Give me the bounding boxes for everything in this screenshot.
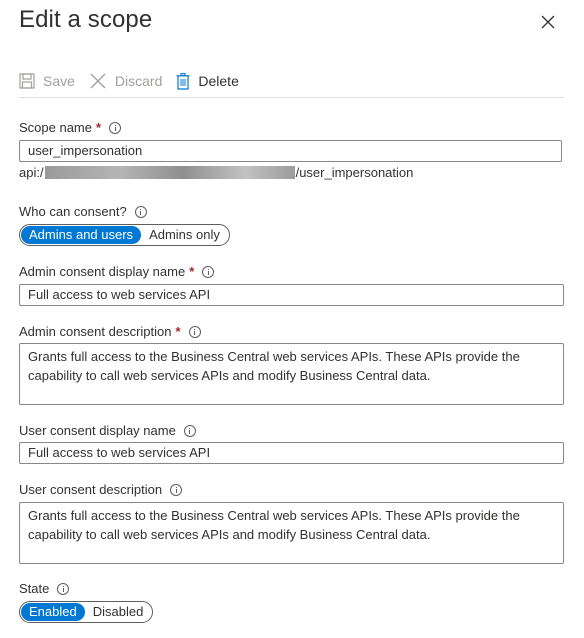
- who-can-consent-toggle: Admins and users Admins only: [19, 224, 230, 246]
- info-icon[interactable]: [109, 121, 122, 134]
- scope-name-label: Scope name: [19, 120, 92, 135]
- admin-display-name-label-row: Admin consent display name *: [19, 264, 215, 279]
- discard-label: Discard: [114, 73, 163, 89]
- option-admins-and-users[interactable]: Admins and users: [21, 226, 142, 244]
- panel-title: Edit a scope: [19, 6, 153, 33]
- user-description-label: User consent description: [19, 482, 163, 497]
- delete-label: Delete: [198, 73, 239, 89]
- user-display-name-label-row: User consent display name: [19, 423, 196, 438]
- save-label: Save: [43, 73, 75, 89]
- user-display-name-input[interactable]: Full access to web services API: [19, 442, 564, 464]
- save-icon: [19, 73, 35, 89]
- admin-description-label-row: Admin consent description *: [19, 324, 201, 339]
- info-icon[interactable]: [202, 265, 215, 278]
- scope-uri-suffix: /user_impersonation: [295, 165, 414, 180]
- delete-button[interactable]: Delete: [176, 72, 239, 90]
- discard-icon: [90, 73, 106, 89]
- who-can-consent-label-row: Who can consent?: [19, 204, 147, 219]
- edit-scope-panel: Edit a scope Save Discard Delete Scope n…: [0, 0, 584, 638]
- user-description-textarea[interactable]: Grants full access to the Business Centr…: [19, 502, 564, 564]
- user-display-name-label: User consent display name: [19, 423, 176, 438]
- info-icon[interactable]: [134, 205, 147, 218]
- option-admins-only[interactable]: Admins only: [141, 226, 228, 244]
- scope-name-input[interactable]: user_impersonation: [19, 140, 562, 162]
- info-icon[interactable]: [188, 325, 201, 338]
- option-enabled[interactable]: Enabled: [21, 603, 85, 621]
- close-button[interactable]: [538, 12, 558, 32]
- close-icon: [541, 15, 555, 29]
- info-icon[interactable]: [57, 582, 70, 595]
- admin-description-label: Admin consent description: [19, 324, 172, 339]
- state-toggle: Enabled Disabled: [19, 601, 154, 623]
- admin-display-name-label: Admin consent display name: [19, 264, 186, 279]
- who-can-consent-label: Who can consent?: [19, 204, 127, 219]
- option-disabled[interactable]: Disabled: [85, 603, 152, 621]
- toolbar-divider: [19, 97, 564, 98]
- scope-uri: api:/ /user_impersonation: [19, 165, 413, 180]
- scope-name-label-row: Scope name *: [19, 120, 122, 135]
- command-bar: Save Discard Delete: [19, 66, 564, 96]
- admin-display-name-input[interactable]: Full access to web services API: [19, 284, 564, 306]
- required-marker: *: [96, 120, 102, 135]
- save-button[interactable]: Save: [19, 73, 75, 89]
- required-marker: *: [189, 264, 195, 279]
- discard-button[interactable]: Discard: [89, 72, 162, 90]
- redacted-app-id: [44, 166, 295, 179]
- scope-uri-prefix: api:/: [19, 165, 44, 180]
- trash-icon: [176, 72, 190, 90]
- info-icon[interactable]: [183, 424, 196, 437]
- state-label: State: [19, 581, 50, 596]
- state-label-row: State: [19, 581, 70, 596]
- required-marker: *: [175, 324, 181, 339]
- admin-description-textarea[interactable]: Grants full access to the Business Centr…: [19, 343, 564, 405]
- info-icon[interactable]: [170, 483, 183, 496]
- user-description-label-row: User consent description: [19, 482, 183, 497]
